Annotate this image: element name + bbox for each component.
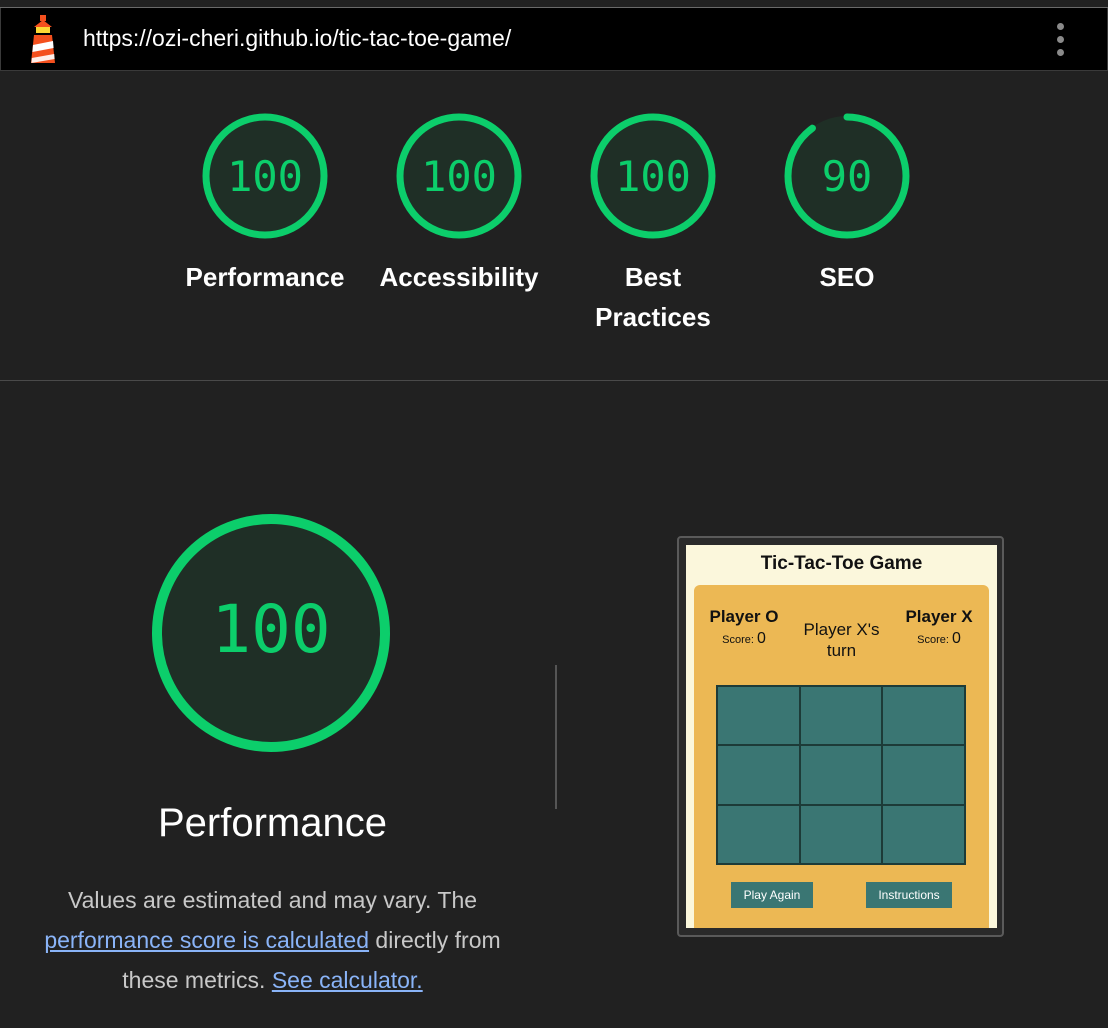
game-title: Tic-Tac-Toe Game — [760, 553, 923, 574]
performance-title: Performance — [158, 801, 387, 845]
player-x-score: 0 — [951, 630, 961, 647]
board-cell[interactable] — [882, 745, 965, 805]
section-divider — [555, 665, 557, 809]
board-cell[interactable] — [799, 745, 883, 805]
performance-score-value: 100 — [211, 591, 330, 668]
score-value: 100 — [227, 152, 303, 201]
gauge-label: SEO — [819, 262, 875, 292]
gauge-label: Performance — [185, 262, 345, 292]
more-vert-icon[interactable] — [1048, 20, 1074, 60]
board-cell[interactable] — [882, 804, 965, 864]
performance-section: 100 Performance Values are estimated and… — [0, 381, 545, 1028]
desc-text: Values are estimated and may vary. The — [67, 887, 478, 913]
score-ring: 100 — [590, 113, 716, 239]
score-value: 90 — [822, 152, 873, 201]
see-calculator-link[interactable]: See calculator. — [272, 967, 423, 993]
board-cell[interactable] — [799, 686, 883, 746]
instructions-button[interactable]: Instructions — [866, 882, 952, 908]
board-cell[interactable] — [882, 686, 965, 746]
score-summary: 100 Performance 100 Accessibility 100 Be… — [0, 71, 1108, 381]
turn-indicator: Player X's turn — [803, 620, 880, 660]
board-cell[interactable] — [717, 804, 800, 864]
player-x: Player X Score: 0 — [904, 607, 974, 648]
player-o-score: 0 — [756, 630, 766, 647]
play-again-button[interactable]: Play Again — [731, 882, 813, 908]
score-label: Score: — [722, 634, 754, 646]
game-board — [716, 685, 966, 865]
gauge-best-practices[interactable]: 100 Best Practices — [563, 111, 743, 337]
board-cell[interactable] — [717, 686, 800, 746]
gauge-accessibility[interactable]: 100 Accessibility — [369, 111, 549, 297]
window-top-edge — [0, 0, 1108, 8]
score-calculated-link[interactable]: performance score is calculated — [44, 927, 369, 953]
score-ring: 100 — [396, 113, 522, 239]
performance-description: Values are estimated and may vary. The p… — [20, 880, 525, 1000]
score-ring: 90 — [784, 113, 910, 239]
board-cell[interactable] — [799, 804, 883, 864]
score-value: 100 — [421, 152, 497, 201]
gauge-label: Best Practices — [595, 262, 711, 332]
performance-score-gauge: 100 — [152, 514, 390, 752]
score-label: Score: — [917, 634, 949, 646]
lighthouse-icon — [31, 15, 55, 63]
board-cell[interactable] — [717, 745, 800, 805]
score-ring: 100 — [202, 113, 328, 239]
gauge-performance[interactable]: 100 Performance — [175, 111, 355, 297]
gauge-seo[interactable]: 90 SEO — [757, 111, 937, 297]
player-x-name: Player X — [905, 607, 973, 626]
url-bar: https://ozi-cheri.github.io/tic-tac-toe-… — [0, 8, 1108, 71]
player-o-name: Player O — [709, 607, 779, 626]
final-screenshot[interactable]: Tic-Tac-Toe Game Player O Score: 0 Playe… — [686, 545, 997, 928]
game-panel: Player O Score: 0 Player X's turn Player… — [694, 585, 989, 928]
url-text: https://ozi-cheri.github.io/tic-tac-toe-… — [83, 25, 512, 51]
score-value: 100 — [615, 152, 691, 201]
gauge-label: Accessibility — [379, 262, 539, 292]
player-o: Player O Score: 0 — [709, 607, 779, 648]
